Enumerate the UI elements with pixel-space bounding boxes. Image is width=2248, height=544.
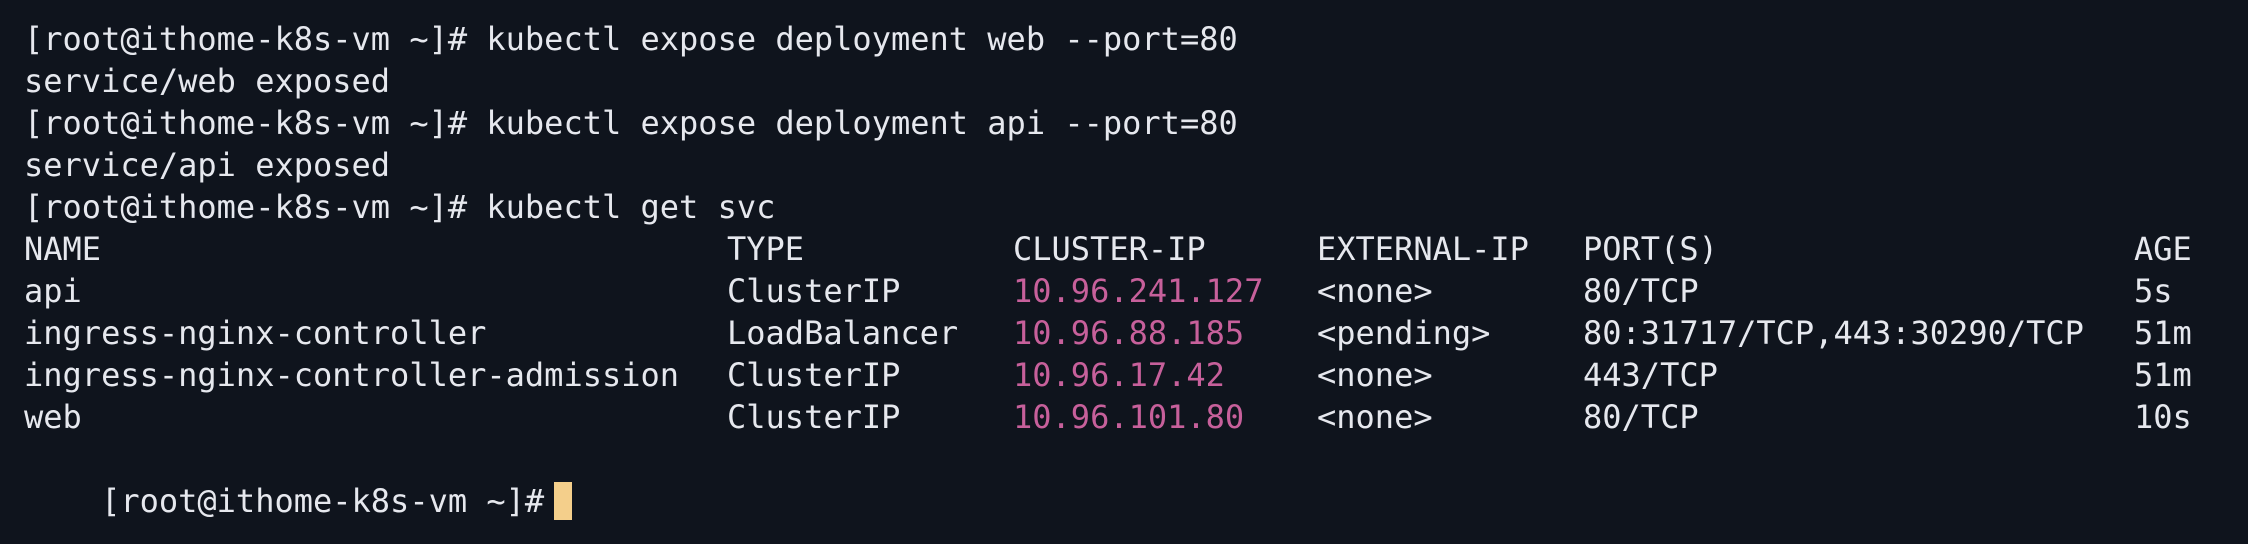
service-type: ClusterIP [727, 272, 901, 310]
service-name: ingress-nginx-controller [24, 314, 487, 352]
table-row: api ClusterIP 10.96.241.127 <none> 80/TC… [24, 270, 2248, 312]
command-output: service/web exposed [24, 62, 391, 100]
table-row: ingress-nginx-controller LoadBalancer 10… [24, 312, 2248, 354]
service-external-ip: <none> [1317, 398, 1433, 436]
shell-prompt: [root@ithome-k8s-vm ~]# [101, 482, 545, 520]
service-cluster-ip: 10.96.101.80 [1013, 398, 1245, 436]
service-name: api [24, 272, 82, 310]
prompt-line[interactable]: [root@ithome-k8s-vm ~]# [24, 438, 2248, 520]
service-ports: 80/TCP [1583, 398, 1699, 436]
service-type: ClusterIP [727, 356, 901, 394]
command-line: [root@ithome-k8s-vm ~]# kubectl expose d… [24, 20, 1238, 58]
service-ports: 80/TCP [1583, 272, 1699, 310]
header-age: AGE [2134, 230, 2192, 268]
header-cluster-ip: CLUSTER-IP [1013, 230, 1206, 268]
service-age: 51m [2134, 314, 2192, 352]
service-external-ip: <none> [1317, 272, 1433, 310]
service-type: ClusterIP [727, 398, 901, 436]
service-name: web [24, 398, 82, 436]
table-row: ingress-nginx-controller-admission Clust… [24, 354, 2248, 396]
header-type: TYPE [727, 230, 805, 268]
header-external-ip: EXTERNAL-IP [1317, 230, 1529, 268]
service-external-ip: <pending> [1317, 314, 1491, 352]
service-external-ip: <none> [1317, 356, 1433, 394]
service-ports: 80:31717/TCP,443:30290/TCP [1583, 314, 2084, 352]
terminal-window[interactable]: [root@ithome-k8s-vm ~]# kubectl expose d… [0, 0, 2248, 544]
header-ports: PORT(S) [1583, 230, 1718, 268]
service-cluster-ip: 10.96.241.127 [1013, 272, 1264, 310]
service-cluster-ip: 10.96.88.185 [1013, 314, 1245, 352]
header-name: NAME [24, 230, 102, 268]
command-line: [root@ithome-k8s-vm ~]# kubectl expose d… [24, 104, 1238, 142]
service-name: ingress-nginx-controller-admission [24, 356, 680, 394]
service-age: 51m [2134, 356, 2192, 394]
service-type: LoadBalancer [727, 314, 959, 352]
table-row: web ClusterIP 10.96.101.80 <none> 80/TCP… [24, 396, 2248, 438]
service-cluster-ip: 10.96.17.42 [1013, 356, 1225, 394]
table-header-row: NAME TYPE CLUSTER-IP EXTERNAL-IP PORT(S)… [24, 228, 2248, 270]
command-line: [root@ithome-k8s-vm ~]# kubectl get svc [24, 188, 776, 226]
service-age: 5s [2134, 272, 2173, 310]
command-output: service/api exposed [24, 146, 391, 184]
service-ports: 443/TCP [1583, 356, 1718, 394]
text-cursor[interactable] [554, 482, 573, 520]
service-age: 10s [2134, 398, 2192, 436]
